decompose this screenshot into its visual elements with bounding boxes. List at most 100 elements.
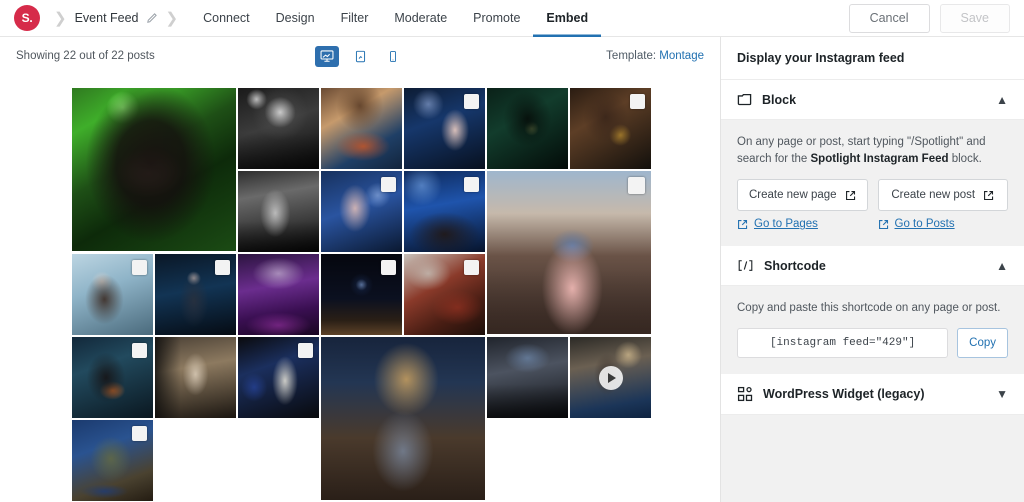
instagram-post-tile[interactable] [404,171,485,252]
post-select-checkbox[interactable] [464,177,479,192]
post-select-checkbox[interactable] [298,343,313,358]
section-title-wordpress-widget: WordPress Widget (legacy) [763,387,925,402]
block-action-buttons: Create new page Create new post [737,179,1008,212]
instagram-post-tile[interactable] [321,254,402,335]
external-link-icon-2 [983,190,994,201]
external-link-icon [845,190,856,201]
block-description: On any page or post, start typing "/Spot… [737,134,1008,167]
feed-preview-pane: Showing 22 out of 22 posts Template: Mon… [0,37,720,502]
top-navigation-bar: S. ❯ Event Feed ❯ Connect Design Filter … [0,0,1024,37]
instagram-post-tile[interactable] [72,88,236,251]
spotlight-instagram-feed-embed-screen: S. ❯ Event Feed ❯ Connect Design Filter … [0,0,1024,502]
post-select-checkbox[interactable] [132,260,147,275]
post-select-checkbox[interactable] [630,94,645,109]
instagram-post-tile[interactable] [238,88,319,169]
post-select-checkbox[interactable] [464,260,479,275]
instagram-post-tile[interactable] [570,88,651,169]
tablet-view-button[interactable] [348,45,372,67]
template-label: Template: [606,50,657,62]
device-preview-switcher [315,45,405,67]
tab-promote[interactable]: Promote [460,0,533,37]
preview-toolbar: Showing 22 out of 22 posts Template: Mon… [0,37,720,75]
external-link-icon-3 [737,219,748,230]
shortcode-icon [737,258,754,273]
instagram-post-tile[interactable] [487,337,568,418]
tab-embed[interactable]: Embed [533,0,601,37]
tab-connect[interactable]: Connect [190,0,263,37]
create-new-post-button[interactable]: Create new post [877,179,1008,212]
post-select-checkbox[interactable] [381,177,396,192]
instagram-post-tile[interactable] [321,337,485,500]
instagram-post-tile[interactable] [72,337,153,418]
block-description-part2: block. [948,152,982,165]
section-body-block: On any page or post, start typing "/Spot… [721,120,1024,247]
sidebar-heading: Display your Instagram feed [721,37,1024,80]
section-body-shortcode: Copy and paste this shortcode on any pag… [721,286,1024,375]
instagram-post-tile[interactable] [404,88,485,169]
post-select-checkbox[interactable] [132,426,147,441]
embed-options-sidebar: Display your Instagram feed Block ▲ On a… [720,37,1024,502]
instagram-post-tile[interactable] [321,88,402,169]
template-value-link[interactable]: Montage [659,50,704,62]
post-select-checkbox[interactable] [628,177,645,194]
section-header-block[interactable]: Block ▲ [721,80,1024,120]
post-select-checkbox[interactable] [132,343,147,358]
section-header-shortcode[interactable]: Shortcode ▲ [721,246,1024,287]
play-video-icon[interactable] [598,365,623,390]
go-to-posts-label: Go to Posts [894,218,955,231]
feed-name-label: Event Feed [74,11,139,25]
topbar-actions: Cancel Save [848,3,1010,33]
instagram-post-tile[interactable] [155,337,236,418]
mobile-view-button[interactable] [381,45,405,67]
shortcode-input[interactable]: [instagram feed="429"] [737,328,949,359]
go-to-pages-link[interactable]: Go to Pages [737,218,868,230]
section-tabs: Connect Design Filter Moderate Promote E… [190,0,601,37]
external-link-icon-4 [878,219,889,230]
post-select-checkbox[interactable] [464,94,479,109]
instagram-post-tile[interactable] [238,337,319,418]
post-select-checkbox[interactable] [381,260,396,275]
go-to-pages-label: Go to Pages [754,218,818,231]
instagram-post-tile[interactable] [155,254,236,335]
template-indicator: Template: Montage [606,50,704,62]
desktop-view-button[interactable] [315,45,339,67]
instagram-post-tile[interactable] [72,420,153,501]
instagram-post-tile[interactable] [238,254,319,335]
section-header-wordpress-widget[interactable]: WordPress Widget (legacy) ▼ [721,374,1024,416]
spotlight-logo-icon: S. [14,5,40,31]
chevron-up-icon-block[interactable]: ▲ [996,94,1008,106]
go-to-posts-link[interactable]: Go to Posts [878,218,1009,230]
block-icon [737,92,752,107]
section-title-block: Block [762,92,797,107]
cancel-button[interactable]: Cancel [848,3,930,33]
breadcrumb-chevron-icon: ❯ [54,9,67,27]
post-select-checkbox[interactable] [215,260,230,275]
instagram-post-tile[interactable] [487,88,568,169]
tab-filter[interactable]: Filter [328,0,382,37]
instagram-post-tile[interactable] [321,171,402,252]
tab-design[interactable]: Design [263,0,328,37]
instagram-post-tile[interactable] [72,254,153,335]
post-count-label: Showing 22 out of 22 posts [16,50,155,62]
breadcrumb-chevron-icon-2: ❯ [165,9,179,27]
tab-moderate[interactable]: Moderate [381,0,460,37]
save-button[interactable]: Save [939,3,1010,33]
create-new-page-button[interactable]: Create new page [737,179,868,212]
instagram-post-tile[interactable] [570,337,651,418]
instagram-post-tile[interactable] [238,171,319,252]
instagram-post-tile[interactable] [487,171,651,334]
pencil-icon[interactable] [146,12,158,24]
create-new-page-label: Create new page [748,189,837,202]
chevron-up-icon-shortcode[interactable]: ▲ [996,260,1008,272]
block-description-bold: Spotlight Instagram Feed [810,152,949,165]
copy-shortcode-button[interactable]: Copy [957,328,1008,359]
instagram-post-tile[interactable] [404,254,485,335]
create-new-post-label: Create new post [891,189,976,202]
shortcode-row: [instagram feed="429"] Copy [737,328,1008,359]
shortcode-description: Copy and paste this shortcode on any pag… [737,302,1001,315]
instagram-post-grid [72,88,651,501]
widget-icon [737,386,753,402]
section-title-shortcode: Shortcode [764,258,826,273]
chevron-down-icon-widget[interactable]: ▼ [996,388,1008,400]
block-links: Go to Pages Go to Posts [737,218,1008,230]
